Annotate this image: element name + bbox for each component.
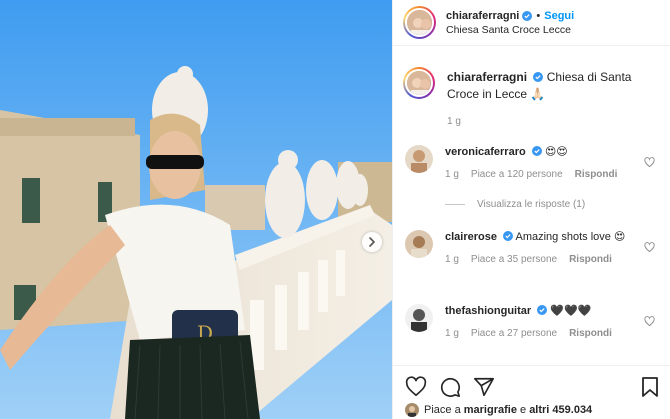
verified-badge-icon — [531, 146, 542, 156]
comment-text: Amazing shots love 😍 — [515, 231, 626, 243]
caption-avatar[interactable] — [405, 69, 433, 97]
caption-avatar-ring[interactable] — [403, 67, 435, 99]
comment-username[interactable]: thefashionguitar — [445, 305, 531, 317]
comment-time[interactable]: 1 g — [445, 328, 459, 339]
author-avatar-ring[interactable] — [403, 6, 436, 39]
chevron-right-icon — [369, 237, 375, 247]
reply-button[interactable]: Rispondi — [575, 169, 618, 180]
author-username[interactable]: chiaraferragni — [446, 10, 519, 22]
comment-time[interactable]: 1 g — [445, 169, 459, 180]
comment-item: clairerose Amazing shots love 😍 1 g Piac… — [405, 230, 663, 265]
verified-badge-icon — [537, 305, 548, 315]
caption: chiaraferragni Chiesa di Santa Croce in … — [403, 67, 663, 127]
caption-username[interactable]: chiaraferragni — [447, 70, 527, 84]
verified-badge-icon — [503, 231, 514, 241]
post-image: D — [0, 0, 392, 419]
commenter-avatar[interactable] — [405, 304, 433, 332]
caption-time[interactable]: 1 g — [447, 116, 461, 127]
comment-username[interactable]: veronicaferraro — [445, 146, 526, 158]
post-location[interactable]: Chiesa Santa Croce Lecce — [446, 24, 574, 36]
post-actions: Piace a marigrafie e altri 459.034 — [393, 365, 670, 419]
comment-like-count[interactable]: Piace a 35 persone — [471, 254, 557, 265]
author-avatar[interactable] — [405, 8, 434, 37]
view-replies-label: Visualizza le risposte (1) — [477, 199, 586, 210]
comment-text: 🖤🖤🖤 — [550, 305, 592, 317]
heart-icon[interactable] — [644, 157, 655, 168]
heart-icon[interactable] — [405, 376, 427, 398]
liker-username[interactable]: marigrafie — [464, 404, 517, 416]
commenter-avatar[interactable] — [405, 230, 433, 258]
comment-item: thefashionguitar 🖤🖤🖤 1 g Piace a 27 pers… — [405, 304, 663, 339]
comment-username[interactable]: clairerose — [445, 231, 497, 243]
next-photo-button[interactable] — [362, 232, 382, 252]
likes-middle: e — [516, 404, 530, 416]
bookmark-icon — [642, 377, 658, 397]
replies-divider — [445, 204, 465, 205]
heart-icon[interactable] — [644, 316, 655, 327]
save-button[interactable] — [641, 376, 659, 398]
reply-button[interactable]: Rispondi — [569, 328, 612, 339]
likes-summary[interactable]: Piace a marigrafie e altri 459.034 — [405, 403, 592, 417]
post-sidebar: chiaraferragni • Segui Chiesa Santa Croc… — [392, 0, 670, 419]
comment-time[interactable]: 1 g — [445, 254, 459, 265]
reply-button[interactable]: Rispondi — [569, 254, 612, 265]
comment-like-count[interactable]: Piace a 120 persone — [471, 169, 563, 180]
comment-icon[interactable] — [439, 376, 461, 398]
comment-text: 😍😍 — [544, 146, 568, 158]
liker-avatar[interactable] — [405, 403, 419, 417]
verified-badge-icon — [522, 10, 533, 21]
view-replies-button[interactable]: Visualizza le risposte (1) — [445, 199, 585, 210]
heart-icon[interactable] — [644, 242, 655, 253]
likes-prefix: Piace a — [424, 404, 464, 416]
share-icon[interactable] — [473, 376, 495, 398]
post-photo[interactable]: D — [0, 0, 392, 419]
separator-dot: • — [536, 9, 541, 22]
follow-button[interactable]: Segui — [544, 10, 574, 22]
commenter-avatar[interactable] — [405, 145, 433, 173]
comment-item: veronicaferraro 😍😍 1 g Piace a 120 perso… — [405, 145, 663, 180]
comment-like-count[interactable]: Piace a 27 persone — [471, 328, 557, 339]
likes-others[interactable]: altri 459.034 — [529, 404, 592, 416]
post-header: chiaraferragni • Segui Chiesa Santa Croc… — [393, 0, 670, 46]
verified-badge-icon — [533, 72, 544, 82]
